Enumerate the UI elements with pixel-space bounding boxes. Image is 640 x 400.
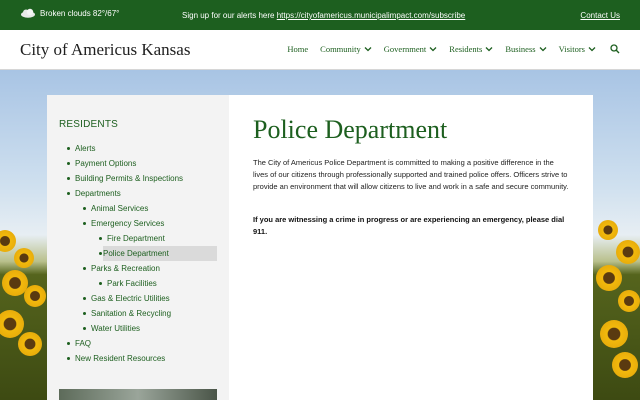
nav-residents-label: Residents xyxy=(449,44,483,54)
nav-visitors-label: Visitors xyxy=(558,44,585,54)
sidebar-item-label: Parks & Recreation xyxy=(91,264,160,273)
nav-visitors[interactable]: Visitors xyxy=(559,44,596,54)
chevron-down-icon xyxy=(364,47,372,52)
sunflower xyxy=(596,265,622,291)
sidebar-item-label: FAQ xyxy=(75,339,92,348)
sidebar-item-label: Fire Department xyxy=(107,234,165,243)
sidebar-item-departments[interactable]: Departments xyxy=(47,186,229,201)
chevron-down-icon xyxy=(539,47,547,52)
sidebar-item-emergency-services[interactable]: Emergency Services xyxy=(47,216,229,231)
sidebar-item-water-utilities[interactable]: Water Utilities xyxy=(47,321,229,336)
nav-residents[interactable]: Residents xyxy=(449,44,493,54)
sunflower xyxy=(18,332,42,356)
bullet-icon xyxy=(99,237,102,240)
sunflower xyxy=(618,290,640,312)
bullet-icon xyxy=(99,282,102,285)
nav-community[interactable]: Community xyxy=(320,44,372,54)
sidebar-item-parks-and-recreation[interactable]: Parks & Recreation xyxy=(47,261,229,276)
sidebar-image xyxy=(59,389,217,400)
emergency-notice: If you are witnessing a crime in progres… xyxy=(253,215,565,236)
sidebar-item-animal-services[interactable]: Animal Services xyxy=(47,201,229,216)
sidebar: RESIDENTS Alerts Payment Options Building … xyxy=(47,95,229,400)
bullet-icon xyxy=(83,222,86,225)
bullet-icon xyxy=(67,357,70,360)
sidebar-item-faq[interactable]: FAQ xyxy=(47,336,229,351)
sidebar-item-alerts[interactable]: Alerts xyxy=(47,141,229,156)
bullet-icon xyxy=(83,312,86,315)
sidebar-item-police-department[interactable]: Police Department xyxy=(99,246,217,261)
nav-home-label: Home xyxy=(287,44,309,54)
bullet-icon xyxy=(83,207,86,210)
bullet-icon xyxy=(99,252,102,255)
sidebar-item-label: Sanitation & Recycling xyxy=(91,309,172,318)
weather-widget: Broken clouds 82°/67° xyxy=(20,8,119,18)
bullet-icon xyxy=(83,267,86,270)
nav-home[interactable]: Home xyxy=(287,44,308,54)
sidebar-item-label: Police Department xyxy=(103,249,169,258)
sidebar-nav-list: Alerts Payment Options Building Permits & … xyxy=(47,141,229,366)
site-title[interactable]: City of Americus Kansas xyxy=(20,40,190,60)
sidebar-item-label: New Resident Resources xyxy=(75,354,166,363)
chevron-down-icon xyxy=(588,47,596,52)
sidebar-item-label: Emergency Services xyxy=(91,219,165,228)
contact-us-link[interactable]: Contact Us xyxy=(580,11,620,20)
cloud-icon xyxy=(21,8,35,18)
sunflower xyxy=(600,320,628,348)
alert-bar: Broken clouds 82°/67° Sign up for our al… xyxy=(0,0,640,30)
chevron-down-icon xyxy=(429,47,437,52)
sidebar-item-gas-and-electric-utilities[interactable]: Gas & Electric Utilities xyxy=(47,291,229,306)
sunflower xyxy=(24,285,46,307)
sidebar-item-fire-department[interactable]: Fire Department xyxy=(47,231,229,246)
nav-government-label: Government xyxy=(383,44,427,54)
sidebar-item-building-permits-and-inspections[interactable]: Building Permits & Inspections xyxy=(47,171,229,186)
sidebar-item-label: Alerts xyxy=(75,144,96,153)
search-icon[interactable] xyxy=(610,44,620,54)
sidebar-item-label: Payment Options xyxy=(75,159,137,168)
sidebar-item-sanitation-and-recycling[interactable]: Sanitation & Recycling xyxy=(47,306,229,321)
signup-link[interactable]: https://cityofamericus.municipalimpact.c… xyxy=(277,11,466,20)
nav-business[interactable]: Business xyxy=(505,44,547,54)
bullet-icon xyxy=(67,147,70,150)
sidebar-item-label: Gas & Electric Utilities xyxy=(91,294,170,303)
sidebar-item-label: Animal Services xyxy=(91,204,149,213)
weather-text: Broken clouds 82°/67° xyxy=(40,8,120,18)
bullet-icon xyxy=(67,192,70,195)
bullet-icon xyxy=(67,342,70,345)
sunflower xyxy=(598,220,618,240)
bullet-icon xyxy=(67,177,70,180)
sunflower xyxy=(0,230,16,252)
nav-community-label: Community xyxy=(320,44,361,54)
sidebar-item-label: Park Facilities xyxy=(107,279,157,288)
site-header: City of Americus Kansas Home Community G… xyxy=(0,30,640,70)
intro-paragraph: The City of Americus Police Department i… xyxy=(253,158,569,191)
signup-text: Sign up for our alerts here xyxy=(182,11,275,20)
main-content: Police Department The City of Americus P… xyxy=(229,95,593,400)
chevron-down-icon xyxy=(485,47,493,52)
signup-message: Sign up for our alerts here https://city… xyxy=(182,11,465,20)
bullet-icon xyxy=(83,327,86,330)
sidebar-item-new-resident-resources[interactable]: New Resident Resources xyxy=(47,351,229,366)
sidebar-item-label: Water Utilities xyxy=(91,324,141,333)
nav-government[interactable]: Government xyxy=(384,44,438,54)
sunflower xyxy=(0,310,24,338)
sunflower xyxy=(612,352,638,378)
sidebar-item-park-facilities[interactable]: Park Facilities xyxy=(47,276,229,291)
main-nav: Home Community Government Residents Busi… xyxy=(275,44,620,54)
nav-business-label: Business xyxy=(505,44,536,54)
sidebar-item-label: Departments xyxy=(75,189,121,198)
sidebar-item-label: Building Permits & Inspections xyxy=(75,174,184,183)
sunflower xyxy=(616,240,640,264)
sunflower xyxy=(14,248,34,268)
bullet-icon xyxy=(67,162,70,165)
sidebar-item-payment-options[interactable]: Payment Options xyxy=(47,156,229,171)
sidebar-heading[interactable]: RESIDENTS xyxy=(59,119,118,130)
bullet-icon xyxy=(83,297,86,300)
page-title: Police Department xyxy=(253,115,448,144)
